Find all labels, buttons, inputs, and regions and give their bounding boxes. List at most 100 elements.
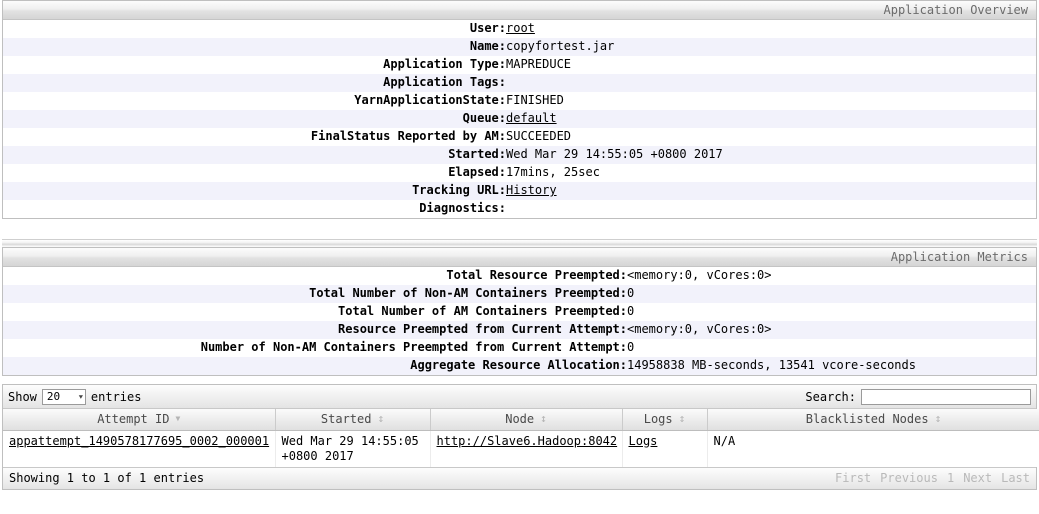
attempts-table-body: appattempt_1490578177695_0002_000001 Wed … <box>3 430 1039 467</box>
metrics-row-value: 0 <box>627 286 635 300</box>
overview-row: User: root <box>3 20 1036 38</box>
cell-blacklisted-nodes: N/A <box>707 430 1039 467</box>
column-header-started[interactable]: Started <box>275 409 431 431</box>
column-header-inner: Blacklisted Nodes <box>714 412 1034 426</box>
overview-row: Application Tags: <box>3 74 1036 92</box>
column-header-label: Attempt ID <box>97 412 170 427</box>
attempt-id-link[interactable]: appattempt_1490578177695_0002_000001 <box>9 434 269 448</box>
overview-row-value: copyfortest.jar <box>506 39 615 53</box>
cell-started: Wed Mar 29 14:55:05 +0800 2017 <box>275 430 431 467</box>
overview-value-link[interactable]: History <box>506 183 557 197</box>
metrics-row-label: Total Number of Non-AM Containers Preemp… <box>309 286 627 300</box>
paginate-last[interactable]: Last <box>1001 471 1030 485</box>
paginate-next[interactable]: Next <box>963 471 992 485</box>
attempts-table-head: Attempt ID Started Node Logs Blacklisted Nod… <box>3 409 1039 431</box>
application-metrics-table: Total Resource Preempted: <memory:0, vCor… <box>3 267 1036 375</box>
attempts-header-row: Attempt ID Started Node Logs Blacklisted Nod… <box>3 409 1039 431</box>
sort-both-icon <box>540 414 547 425</box>
application-overview-panel: Application Overview User: root Name: copyf… <box>2 0 1037 219</box>
metrics-row-value: 0 <box>627 304 635 318</box>
overview-row-value: MAPREDUCE <box>506 57 572 71</box>
overview-row-value: 17mins, 25sec <box>506 165 600 179</box>
sort-descending-icon <box>175 414 180 424</box>
section-divider <box>2 239 1037 247</box>
metrics-row-value: <memory:0, vCores:0> <box>627 322 772 336</box>
column-header-logs[interactable]: Logs <box>622 409 708 431</box>
paginate-page-1[interactable]: 1 <box>947 471 954 485</box>
overview-row-value <box>506 74 1036 92</box>
column-header-inner: Node <box>437 412 616 426</box>
application-overview-title: Application Overview <box>3 1 1036 20</box>
overview-row-label: User: <box>469 21 506 35</box>
application-metrics-body: Total Resource Preempted: <memory:0, vCor… <box>3 267 1036 375</box>
overview-row: Tracking URL: History <box>3 182 1036 200</box>
entries-per-page-select[interactable]: 20 ▼ <box>41 388 86 405</box>
column-header-inner: Attempt ID <box>9 412 269 426</box>
metrics-row-label: Total Resource Preempted: <box>446 268 627 282</box>
node-link[interactable]: http://Slave6.Hadoop:8042 <box>437 434 618 448</box>
overview-row-value: History <box>506 182 1036 200</box>
cell-logs: Logs <box>622 430 708 467</box>
application-metrics-panel: Application Metrics Total Resource Preem… <box>2 247 1037 376</box>
metrics-row-label: Resource Preempted from Current Attempt: <box>338 322 627 336</box>
application-overview-body: User: root Name: copyfortest.jar Application… <box>3 20 1036 218</box>
overview-value-link[interactable]: root <box>506 21 535 35</box>
entries-per-page-value: 20 <box>46 389 61 403</box>
overview-row-value: default <box>506 110 1036 128</box>
overview-row-label: Application Type: <box>383 57 506 71</box>
metrics-row: Aggregate Resource Allocation: 14958838 M… <box>3 357 1036 375</box>
sort-both-icon <box>377 414 384 425</box>
metrics-row-value: 14958838 MB-seconds, 13541 vcore-seconds <box>627 358 916 372</box>
overview-row: Started: Wed Mar 29 14:55:05 +0800 2017 <box>3 146 1036 164</box>
metrics-row-value: <memory:0, vCores:0> <box>627 268 772 282</box>
metrics-row: Resource Preempted from Current Attempt:… <box>3 321 1036 339</box>
search-input[interactable] <box>861 388 1031 405</box>
metrics-row: Total Resource Preempted: <memory:0, vCor… <box>3 267 1036 285</box>
application-page: Application Overview User: root Name: copyf… <box>0 0 1039 490</box>
metrics-row-label: Total Number of AM Containers Preempted: <box>338 304 627 318</box>
datatable-footer: Showing 1 to 1 of 1 entries First Previou… <box>3 466 1036 489</box>
overview-row-value: Wed Mar 29 14:55:05 +0800 2017 <box>506 147 723 161</box>
metrics-row: Total Number of Non-AM Containers Preemp… <box>3 285 1036 303</box>
column-header-label: Blacklisted Nodes <box>805 412 929 427</box>
cell-attempt-id: appattempt_1490578177695_0002_000001 <box>3 430 276 467</box>
column-header-label: Started <box>320 412 372 427</box>
column-header-inner: Logs <box>629 412 701 426</box>
column-header-label: Logs <box>643 412 673 427</box>
overview-row: FinalStatus Reported by AM: SUCCEEDED <box>3 128 1036 146</box>
metrics-row: Total Number of AM Containers Preempted:… <box>3 303 1036 321</box>
paginate-first[interactable]: First <box>835 471 871 485</box>
overview-row-label: Elapsed: <box>448 165 506 179</box>
overview-row-label: Tracking URL: <box>412 183 506 197</box>
sort-both-icon <box>935 414 942 425</box>
logs-link[interactable]: Logs <box>629 434 658 448</box>
column-header-node[interactable]: Node <box>430 409 623 431</box>
application-overview-table: User: root Name: copyfortest.jar Application… <box>3 20 1036 218</box>
column-header-attempt-id[interactable]: Attempt ID <box>3 409 276 431</box>
search-label: Search: <box>805 389 856 404</box>
overview-row: Application Type: MAPREDUCE <box>3 56 1036 74</box>
overview-row-label: Diagnostics: <box>419 201 506 215</box>
overview-row-label: Started: <box>448 147 506 161</box>
column-header-label: Node <box>505 412 535 427</box>
search-control: Search: <box>805 388 1031 405</box>
entries-label: entries <box>90 389 142 404</box>
column-header-blacklisted-nodes[interactable]: Blacklisted Nodes <box>707 409 1039 431</box>
entries-length-control: Show 20 ▼ entries <box>8 388 142 405</box>
cell-node: http://Slave6.Hadoop:8042 <box>430 430 623 467</box>
column-header-inner: Started <box>282 412 424 426</box>
overview-row: YarnApplicationState: FINISHED <box>3 92 1036 110</box>
metrics-row-label: Number of Non-AM Containers Preempted fr… <box>200 340 627 354</box>
overview-row: Name: copyfortest.jar <box>3 38 1036 56</box>
overview-row: Diagnostics: <box>3 200 1036 218</box>
attempts-table: Attempt ID Started Node Logs Blacklisted Nod… <box>3 409 1039 467</box>
overview-row-label: FinalStatus Reported by AM: <box>310 129 506 143</box>
sort-both-icon <box>679 414 686 425</box>
overview-value-link[interactable]: default <box>506 111 557 125</box>
table-row: appattempt_1490578177695_0002_000001 Wed … <box>3 430 1039 467</box>
metrics-row: Number of Non-AM Containers Preempted fr… <box>3 339 1036 357</box>
overview-row-value: FINISHED <box>506 93 564 107</box>
paginate-previous[interactable]: Previous <box>880 471 938 485</box>
metrics-row-label: Aggregate Resource Allocation: <box>410 358 627 372</box>
